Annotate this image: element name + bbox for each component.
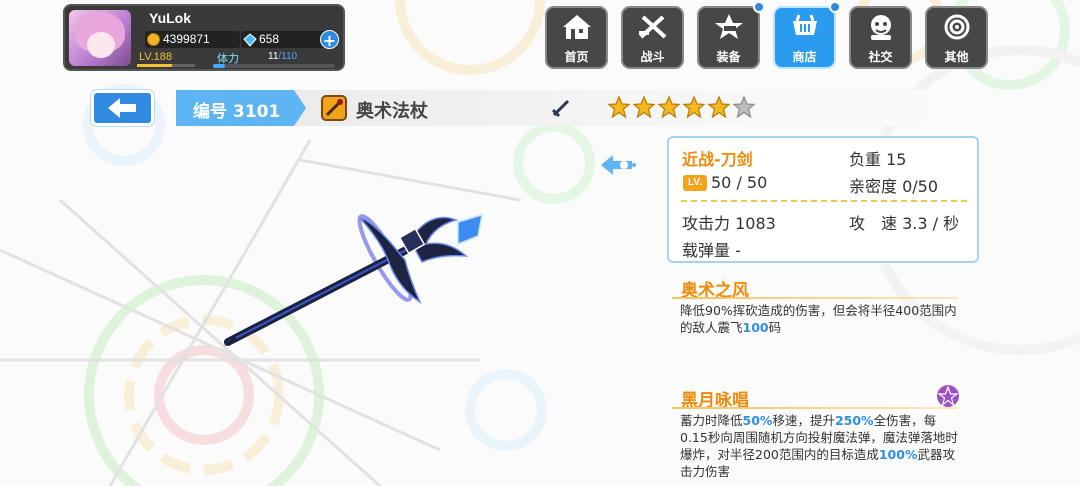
star-empty-icon: [733, 96, 755, 118]
home-icon: [563, 15, 591, 39]
divider: [681, 200, 967, 202]
nav-home-label: 首页: [564, 50, 589, 64]
nav-equipment-label: 装备: [716, 50, 741, 64]
social-icon: [871, 15, 891, 40]
player-level: LV.188: [139, 51, 173, 63]
attack-speed: 攻 速 3.3 / 秒: [849, 214, 960, 233]
avatar[interactable]: [69, 10, 131, 66]
highlight-value: 100: [742, 320, 769, 335]
weapon-weight: 负重 15: [849, 150, 907, 169]
nav-battle-label: 战斗: [640, 50, 665, 64]
description-text: 移速，提升: [772, 413, 835, 428]
description-text: 码: [768, 320, 782, 335]
highlight-value: 250%: [834, 413, 874, 428]
arcane-staff-image: [224, 213, 483, 346]
equipment-icon: [715, 14, 743, 39]
add-currency-button[interactable]: +: [320, 30, 339, 50]
player-profile-panel[interactable]: YuLok 4399871 658 + LV.188 体力 11/110: [63, 4, 345, 71]
nav-shop-label: 商店: [792, 50, 817, 64]
back-arrow-icon: [108, 98, 136, 118]
weapon-affinity: 亲密度 0/50: [849, 177, 939, 196]
skill-description: 蓄力时降低50%移速，提升250%全伤害，每0.15秒向周围随机方向投射魔法弹，…: [680, 412, 960, 480]
nav-social-label: 社交: [868, 50, 893, 64]
divider: [672, 407, 958, 409]
weapon-level: 50 / 50: [711, 173, 768, 192]
player-name: YuLok: [149, 10, 192, 26]
diamond-icon: [243, 33, 257, 47]
attack-power: 攻击力 1083: [682, 214, 776, 233]
nav-other-label: 其他: [944, 50, 969, 64]
description-text: 蓄力时降低: [680, 413, 743, 428]
item-stats-panel: 近战-刀剑 负重 15 LV. 50 / 50 亲密度 0/50 攻击力 108…: [667, 136, 979, 263]
nav-home-button[interactable]: 首页: [545, 6, 608, 69]
item-id: 编号 3101: [193, 102, 281, 122]
stamina-progress-bar: [213, 64, 335, 68]
star-filled-icon: [708, 96, 730, 118]
gold-display: 4399871: [145, 31, 240, 48]
stamina-value: 11/110: [268, 51, 298, 62]
arcane-staff-type-icon: [321, 95, 347, 121]
star-filled-icon: [683, 96, 705, 118]
skill-pentagram-icon: [937, 385, 959, 407]
star-filled-icon: [658, 96, 680, 118]
nav-battle-button[interactable]: 战斗: [621, 6, 684, 69]
highlight-value: 100%: [878, 447, 918, 462]
level-progress-bar: [137, 64, 195, 67]
notification-dot: [829, 1, 841, 13]
nav-equipment-button[interactable]: 装备: [697, 6, 760, 69]
star-filled-icon: [633, 96, 655, 118]
other-icon: [944, 14, 970, 40]
level-badge: LV.: [683, 175, 707, 191]
battle-icon: [639, 15, 667, 39]
star-filled-icon: [608, 96, 630, 118]
skill-description: 降低90%挥砍造成的伤害，但会将半径400范围内的敌人震飞100码: [680, 302, 960, 336]
gold-coin-icon: [147, 33, 160, 46]
highlight-value: 50%: [742, 413, 773, 428]
sword-icon: [551, 99, 570, 118]
description-text: 降低90%挥砍造成的伤害，但会将半径400范围内的敌人震飞: [680, 303, 957, 335]
item-star-rating: [608, 96, 758, 120]
gold-amount: 4399871: [163, 32, 210, 46]
back-button[interactable]: [91, 90, 154, 126]
gem-amount: 658: [259, 32, 280, 46]
notification-dot: [753, 1, 765, 13]
nav-social-button[interactable]: 社交: [849, 6, 912, 69]
shop-icon: [793, 14, 817, 35]
item-name: 奥术法杖: [356, 101, 428, 122]
compare-arrow-icon[interactable]: [598, 151, 638, 179]
weapon-type: 近战-刀剑: [682, 150, 753, 169]
ammo-capacity: 载弹量 -: [682, 241, 741, 260]
nav-other-button[interactable]: 其他: [925, 6, 988, 69]
nav-shop-button[interactable]: 商店: [773, 6, 836, 69]
divider: [672, 297, 958, 299]
